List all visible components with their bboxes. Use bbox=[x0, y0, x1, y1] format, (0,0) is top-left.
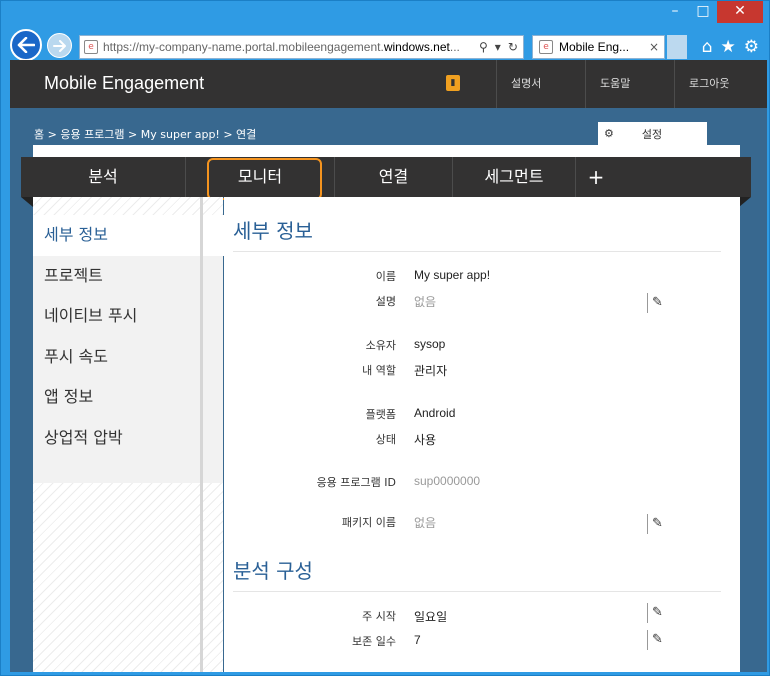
field-app-id: 응용 프로그램 ID sup0000000 bbox=[224, 471, 740, 491]
tab-monitor[interactable]: 모니터 bbox=[186, 157, 335, 200]
tab-analytics[interactable]: 분석 bbox=[21, 157, 186, 197]
browser-toolbar: ⌂ ★ ⚙ bbox=[702, 37, 759, 57]
sidebar: 세부 정보 프로젝트 네이티브 푸시 푸시 속도 앱 정보 상업적 압박 bbox=[33, 197, 225, 672]
notification-icon[interactable]: ▮ bbox=[446, 75, 460, 91]
address-bar[interactable]: e https://my-company-name.portal.mobilee… bbox=[79, 35, 524, 59]
arrow-right-icon bbox=[53, 39, 66, 52]
app-title: Mobile Engagement bbox=[44, 73, 205, 93]
minimize-button[interactable]: – bbox=[661, 1, 689, 23]
browser-window: – □ ✕ e https://my-company-name.portal.m… bbox=[0, 0, 770, 676]
section-title-details: 세부 정보 bbox=[233, 219, 313, 243]
browser-tab[interactable]: e Mobile Eng... × bbox=[532, 35, 665, 59]
settings-tab-label: 설정 bbox=[641, 127, 663, 141]
favorites-icon[interactable]: ★ bbox=[721, 37, 736, 57]
breadcrumb[interactable]: 홈 > 응용 프로그램 > My super app! > 연결 bbox=[34, 126, 256, 142]
edit-week-start-icon[interactable]: ✎ bbox=[647, 603, 667, 623]
logout-link[interactable]: 로그아웃 bbox=[674, 60, 767, 108]
field-my-role: 내 역할 관리자 bbox=[224, 359, 740, 379]
field-value: 없음 bbox=[414, 295, 437, 309]
section-title-analytics-config: 분석 구성 bbox=[233, 559, 313, 583]
tab-segments[interactable]: 세그먼트 bbox=[453, 157, 576, 197]
sidebar-item-app-info[interactable]: 앱 정보 bbox=[33, 377, 223, 418]
new-tab-button[interactable] bbox=[667, 35, 687, 59]
maximize-button[interactable]: □ bbox=[689, 1, 717, 23]
sidebar-list: 세부 정보 프로젝트 네이티브 푸시 푸시 속도 앱 정보 상업적 압박 bbox=[33, 215, 225, 483]
field-status: 상태 사용 bbox=[224, 428, 740, 448]
sidebar-item-native-push[interactable]: 네이티브 푸시 bbox=[33, 296, 223, 337]
edit-description-icon[interactable]: ✎ bbox=[647, 293, 667, 313]
section-divider bbox=[233, 251, 721, 252]
tab-reach[interactable]: 연결 bbox=[335, 157, 453, 197]
field-label: 플랫폼 bbox=[365, 408, 396, 421]
field-label: 상태 bbox=[375, 433, 396, 446]
field-value: 사용 bbox=[414, 433, 437, 447]
sidebar-divider bbox=[200, 197, 203, 672]
arrow-left-icon bbox=[17, 37, 35, 53]
add-tab-button[interactable]: + bbox=[576, 157, 616, 197]
sidebar-item-details[interactable]: 세부 정보 bbox=[33, 215, 225, 256]
field-owner: 소유자 sysop bbox=[224, 334, 740, 354]
sidebar-item-projects[interactable]: 프로젝트 bbox=[33, 256, 223, 297]
field-value: My super app! bbox=[414, 268, 491, 282]
field-label: 설명 bbox=[375, 295, 396, 308]
field-label: 소유자 bbox=[365, 339, 396, 352]
tools-icon[interactable]: ⚙ bbox=[744, 37, 759, 57]
field-label: 응용 프로그램 ID bbox=[316, 476, 396, 489]
field-label: 보존 일수 bbox=[352, 635, 396, 648]
settings-tab[interactable]: ⚙ 설정 bbox=[598, 122, 707, 145]
page-viewport: Mobile Engagement ▮ 설명서 도움말 로그아웃 홈 > 응용 … bbox=[10, 60, 767, 672]
edit-package-name-icon[interactable]: ✎ bbox=[647, 514, 667, 534]
field-value: 7 bbox=[414, 633, 421, 647]
nav-fold-right bbox=[739, 197, 751, 207]
field-platform: 플랫폼 Android bbox=[224, 403, 740, 423]
back-button[interactable] bbox=[10, 29, 42, 61]
home-icon[interactable]: ⌂ bbox=[702, 37, 713, 57]
forward-button[interactable] bbox=[47, 33, 72, 58]
sidebar-item-commercial-pressure[interactable]: 상업적 압박 bbox=[33, 418, 223, 459]
gear-icon: ⚙ bbox=[604, 127, 614, 140]
search-icon[interactable]: ⚲ bbox=[479, 40, 488, 54]
refresh-icon[interactable]: ↻ bbox=[508, 40, 518, 54]
tab-close-icon[interactable]: × bbox=[649, 40, 659, 54]
field-value: 관리자 bbox=[414, 364, 448, 378]
field-label: 내 역할 bbox=[362, 364, 396, 377]
field-value: 없음 bbox=[414, 516, 437, 530]
nav-fold-left bbox=[21, 197, 33, 207]
app-header: Mobile Engagement ▮ 설명서 도움말 로그아웃 bbox=[10, 60, 767, 108]
field-label: 이름 bbox=[375, 270, 396, 283]
main-nav: 분석 모니터 연결 세그먼트 + bbox=[21, 157, 751, 200]
page-icon: e bbox=[84, 40, 98, 54]
url-text[interactable]: https://my-company-name.portal.mobileeng… bbox=[103, 40, 475, 54]
window-controls: – □ ✕ bbox=[661, 1, 763, 23]
help-link[interactable]: 도움말 bbox=[585, 60, 674, 108]
sidebar-item-push-speed[interactable]: 푸시 속도 bbox=[33, 337, 223, 378]
dropdown-icon[interactable]: ▾ bbox=[495, 40, 501, 54]
field-label: 패키지 이름 bbox=[341, 516, 396, 529]
tab-page-icon: e bbox=[539, 40, 553, 54]
close-button[interactable]: ✕ bbox=[717, 1, 763, 23]
field-name: 이름 My super app! bbox=[224, 265, 740, 285]
field-value: 일요일 bbox=[414, 610, 448, 624]
content-top-strip bbox=[33, 145, 740, 157]
tab-title: Mobile Eng... bbox=[559, 40, 630, 54]
edit-retention-days-icon[interactable]: ✎ bbox=[647, 630, 667, 650]
field-value: Android bbox=[414, 406, 456, 420]
field-value: sysop bbox=[414, 337, 446, 351]
docs-link[interactable]: 설명서 bbox=[496, 60, 585, 108]
field-value: sup0000000 bbox=[414, 474, 481, 488]
field-label: 주 시작 bbox=[362, 610, 396, 623]
details-panel: 세부 정보 이름 My super app! 설명 없음 ✎ 소유자 sysop… bbox=[224, 197, 740, 672]
section-divider bbox=[233, 591, 721, 592]
